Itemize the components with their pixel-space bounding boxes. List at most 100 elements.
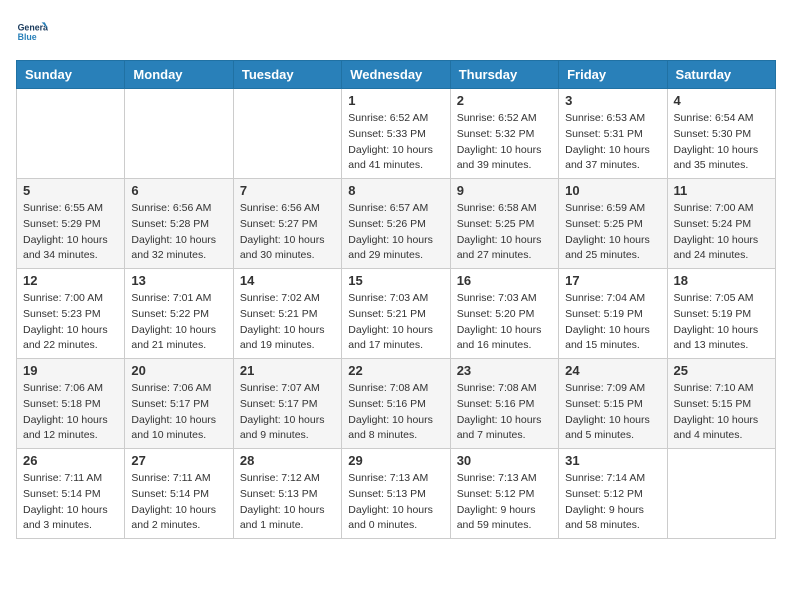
day-number: 5 (23, 183, 118, 198)
day-info-line: Sunset: 5:25 PM (457, 217, 552, 233)
day-info-line: and 4 minutes. (674, 428, 769, 444)
day-info-line: and 1 minute. (240, 518, 335, 534)
day-info-line: Daylight: 10 hours (240, 503, 335, 519)
table-row: 23Sunrise: 7:08 AMSunset: 5:16 PMDayligh… (450, 359, 558, 449)
table-row: 6Sunrise: 6:56 AMSunset: 5:28 PMDaylight… (125, 179, 233, 269)
header-thursday: Thursday (450, 61, 558, 89)
day-info-line: and 16 minutes. (457, 338, 552, 354)
day-info-line: Sunset: 5:12 PM (565, 487, 660, 503)
day-info-line: Sunrise: 7:01 AM (131, 291, 226, 307)
day-info-line: Daylight: 10 hours (348, 143, 443, 159)
day-info-line: and 12 minutes. (23, 428, 118, 444)
day-info-line: Daylight: 9 hours (565, 503, 660, 519)
week-row-3: 12Sunrise: 7:00 AMSunset: 5:23 PMDayligh… (17, 269, 776, 359)
day-info-line: Sunset: 5:25 PM (565, 217, 660, 233)
day-info-line: Daylight: 10 hours (457, 413, 552, 429)
table-row: 18Sunrise: 7:05 AMSunset: 5:19 PMDayligh… (667, 269, 775, 359)
day-number: 23 (457, 363, 552, 378)
day-info-line: Sunset: 5:22 PM (131, 307, 226, 323)
table-row: 13Sunrise: 7:01 AMSunset: 5:22 PMDayligh… (125, 269, 233, 359)
table-row: 15Sunrise: 7:03 AMSunset: 5:21 PMDayligh… (342, 269, 450, 359)
day-info-line: Daylight: 10 hours (348, 413, 443, 429)
day-info-line: Sunrise: 7:04 AM (565, 291, 660, 307)
table-row: 20Sunrise: 7:06 AMSunset: 5:17 PMDayligh… (125, 359, 233, 449)
day-info-line: Sunset: 5:16 PM (348, 397, 443, 413)
day-info-line: Sunset: 5:15 PM (565, 397, 660, 413)
calendar-body: 1Sunrise: 6:52 AMSunset: 5:33 PMDaylight… (17, 89, 776, 539)
day-info-line: Sunset: 5:31 PM (565, 127, 660, 143)
table-row: 8Sunrise: 6:57 AMSunset: 5:26 PMDaylight… (342, 179, 450, 269)
day-info-line: Sunrise: 6:56 AM (240, 201, 335, 217)
day-info-line: Sunset: 5:24 PM (674, 217, 769, 233)
day-info-line: Daylight: 10 hours (23, 413, 118, 429)
day-info-line: Sunrise: 6:58 AM (457, 201, 552, 217)
header-saturday: Saturday (667, 61, 775, 89)
day-info-line: and 59 minutes. (457, 518, 552, 534)
day-number: 15 (348, 273, 443, 288)
table-row: 7Sunrise: 6:56 AMSunset: 5:27 PMDaylight… (233, 179, 341, 269)
day-info-line: Sunrise: 7:06 AM (131, 381, 226, 397)
day-number: 17 (565, 273, 660, 288)
day-number: 8 (348, 183, 443, 198)
day-info-line: Sunrise: 7:11 AM (131, 471, 226, 487)
day-info-line: Sunset: 5:20 PM (457, 307, 552, 323)
table-row (125, 89, 233, 179)
table-row: 1Sunrise: 6:52 AMSunset: 5:33 PMDaylight… (342, 89, 450, 179)
header-monday: Monday (125, 61, 233, 89)
day-number: 9 (457, 183, 552, 198)
day-info-line: Sunset: 5:23 PM (23, 307, 118, 323)
day-info-line: and 27 minutes. (457, 248, 552, 264)
header-friday: Friday (559, 61, 667, 89)
table-row: 5Sunrise: 6:55 AMSunset: 5:29 PMDaylight… (17, 179, 125, 269)
day-info-line: Sunset: 5:14 PM (23, 487, 118, 503)
day-info-line: Sunset: 5:32 PM (457, 127, 552, 143)
day-info-line: Daylight: 10 hours (565, 143, 660, 159)
day-info-line: and 5 minutes. (565, 428, 660, 444)
table-row: 24Sunrise: 7:09 AMSunset: 5:15 PMDayligh… (559, 359, 667, 449)
table-row: 28Sunrise: 7:12 AMSunset: 5:13 PMDayligh… (233, 449, 341, 539)
day-number: 11 (674, 183, 769, 198)
day-number: 29 (348, 453, 443, 468)
table-row: 22Sunrise: 7:08 AMSunset: 5:16 PMDayligh… (342, 359, 450, 449)
day-info-line: Daylight: 10 hours (131, 503, 226, 519)
table-row: 16Sunrise: 7:03 AMSunset: 5:20 PMDayligh… (450, 269, 558, 359)
day-info-line: Daylight: 10 hours (348, 233, 443, 249)
day-info-line: Sunrise: 6:53 AM (565, 111, 660, 127)
day-info-line: Daylight: 10 hours (674, 233, 769, 249)
week-row-2: 5 Sunrise: 6:55 AMSunset: 5:29 PM Daylight… (17, 179, 776, 269)
day-info-line: Sunrise: 7:02 AM (240, 291, 335, 307)
week-row-4: 19Sunrise: 7:06 AMSunset: 5:18 PMDayligh… (17, 359, 776, 449)
day-info-line: Sunrise: 7:10 AM (674, 381, 769, 397)
day-number: 7 (240, 183, 335, 198)
day-info-line: Daylight: 10 hours (565, 323, 660, 339)
day-info-line: Daylight: 10 hours (131, 233, 226, 249)
table-row: 27Sunrise: 7:11 AMSunset: 5:14 PMDayligh… (125, 449, 233, 539)
day-number: 10 (565, 183, 660, 198)
header-sunday: Sunday (17, 61, 125, 89)
day-number: 31 (565, 453, 660, 468)
day-info-line: Daylight: 10 hours (240, 233, 335, 249)
day-info-line: and 25 minutes. (565, 248, 660, 264)
svg-text:Blue: Blue (18, 32, 37, 42)
day-info-line: Daylight: 10 hours (674, 323, 769, 339)
day-info-line: Sunrise: 6:59 AM (565, 201, 660, 217)
day-info-line: Daylight: 10 hours (674, 413, 769, 429)
table-row (667, 449, 775, 539)
table-row: 12Sunrise: 7:00 AMSunset: 5:23 PMDayligh… (17, 269, 125, 359)
day-info-line: Sunrise: 6:55 AM (23, 201, 118, 217)
day-info-line: Sunset: 5:18 PM (23, 397, 118, 413)
day-info-line: and 24 minutes. (674, 248, 769, 264)
day-headers-row: SundayMondayTuesdayWednesdayThursdayFrid… (17, 61, 776, 89)
table-row: 14Sunrise: 7:02 AMSunset: 5:21 PMDayligh… (233, 269, 341, 359)
day-number: 22 (348, 363, 443, 378)
day-info-line: Sunset: 5:21 PM (240, 307, 335, 323)
day-info-line: Sunset: 5:15 PM (674, 397, 769, 413)
day-info-line: Sunrise: 7:11 AM (23, 471, 118, 487)
day-number: 21 (240, 363, 335, 378)
day-number: 27 (131, 453, 226, 468)
day-info-line: Sunrise: 7:06 AM (23, 381, 118, 397)
day-info-line: and 19 minutes. (240, 338, 335, 354)
day-number: 26 (23, 453, 118, 468)
header-wednesday: Wednesday (342, 61, 450, 89)
day-info-line: Sunset: 5:29 PM (23, 217, 118, 233)
